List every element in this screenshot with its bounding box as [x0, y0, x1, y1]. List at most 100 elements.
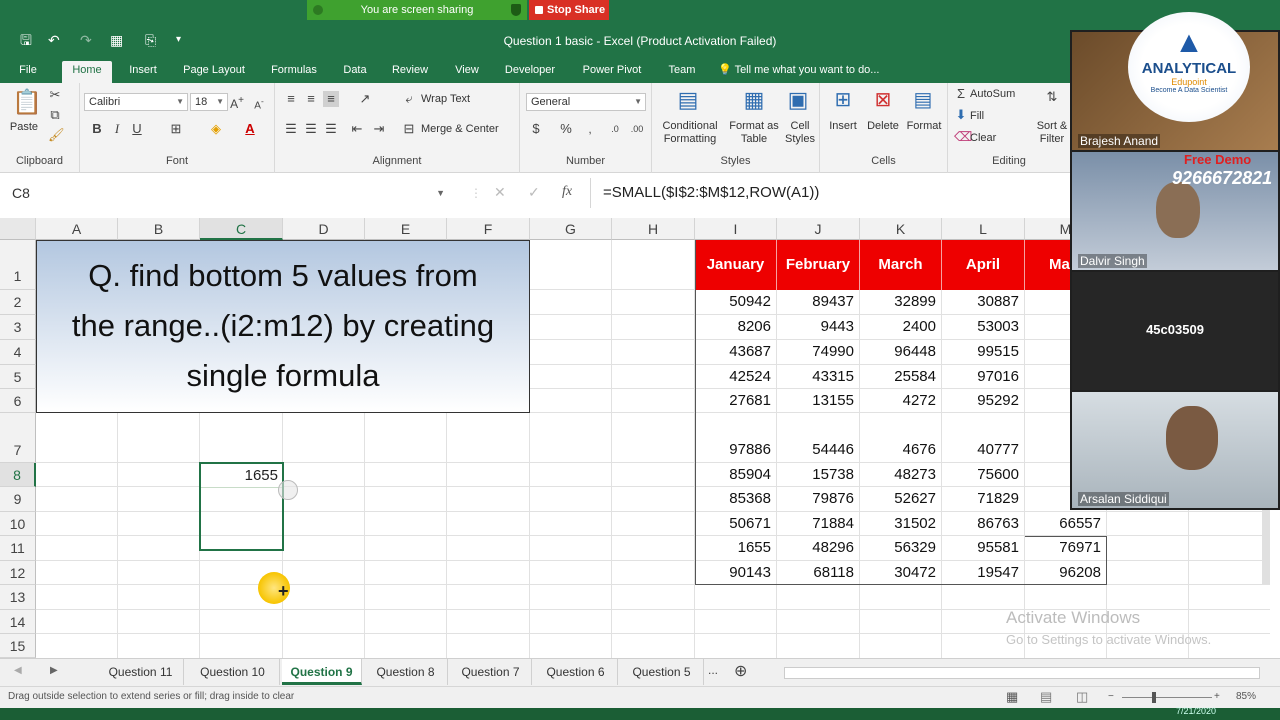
table-cell[interactable]: 95292 — [942, 389, 1025, 413]
zoom-in-icon[interactable]: + — [1214, 687, 1220, 707]
wrap-text-icon[interactable]: ⤶ — [401, 91, 417, 107]
table-cell[interactable]: 75600 — [942, 463, 1025, 487]
header-april[interactable]: April — [942, 240, 1025, 290]
save-icon[interactable]: 🖫 — [20, 30, 32, 50]
table-cell[interactable]: 56329 — [860, 536, 942, 560]
table-cell[interactable]: 96448 — [860, 340, 942, 364]
table-cell[interactable]: 50942 — [695, 290, 777, 314]
zoom-slider-thumb[interactable] — [1152, 692, 1156, 703]
table-cell[interactable]: 99515 — [942, 340, 1025, 364]
sheet-tab-question-9[interactable]: Question 9 — [282, 659, 362, 685]
zoom-level[interactable]: 85% — [1236, 687, 1256, 707]
tab-power-pivot[interactable]: Power Pivot — [578, 61, 646, 83]
table-cell[interactable]: 52627 — [860, 487, 942, 511]
fill-handle[interactable] — [278, 480, 298, 500]
cut-icon[interactable]: ✂ — [48, 87, 62, 103]
row-header-3[interactable]: 3 — [0, 315, 36, 340]
col-header-l[interactable]: L — [942, 218, 1025, 240]
table-cell[interactable]: 54446 — [777, 438, 860, 462]
col-header-d[interactable]: D — [283, 218, 365, 240]
table-cell[interactable]: 89437 — [777, 290, 860, 314]
autosum-button[interactable]: AutoSum — [970, 88, 1036, 101]
tab-page-layout[interactable]: Page Layout — [180, 61, 248, 83]
table-cell[interactable]: 15738 — [777, 463, 860, 487]
decrease-indent-icon[interactable]: ⇤ — [349, 121, 365, 137]
table-cell[interactable]: 85368 — [695, 487, 777, 511]
table-cell[interactable]: 40777 — [942, 438, 1025, 462]
table-cell[interactable]: 90143 — [695, 561, 777, 585]
redo-icon[interactable]: ↷ — [80, 30, 92, 50]
row-header-13[interactable]: 13 — [0, 585, 36, 610]
insert-cells-button[interactable]: Insert — [824, 120, 862, 133]
delete-cells-icon[interactable]: ⊠ — [870, 87, 896, 113]
enter-icon[interactable]: ✓ — [528, 184, 540, 201]
col-header-h[interactable]: H — [612, 218, 695, 240]
table-icon[interactable]: ▦ — [110, 30, 123, 50]
row-header-1[interactable]: 1 — [0, 240, 36, 290]
row-header-11[interactable]: 11 — [0, 536, 36, 561]
sheet-tab-question-11[interactable]: Question 11 — [98, 659, 184, 685]
table-cell[interactable]: 4676 — [860, 438, 942, 462]
tab-developer[interactable]: Developer — [502, 61, 558, 83]
wrap-text-button[interactable]: Wrap Text — [421, 93, 491, 106]
row-header-10[interactable]: 10 — [0, 512, 36, 536]
decrease-decimal-icon[interactable]: .00 — [628, 121, 646, 137]
format-as-table-button[interactable]: Format as Table — [728, 120, 780, 146]
table-cell[interactable]: 53003 — [942, 315, 1025, 339]
customize-qat-icon[interactable]: ▾ — [176, 30, 181, 50]
scroll-right-icon[interactable]: ▶ — [50, 665, 58, 676]
insert-cells-icon[interactable]: ⊞ — [830, 87, 856, 113]
name-box[interactable]: C8 ▼ — [0, 178, 455, 208]
tab-view[interactable]: View — [450, 61, 484, 83]
table-cell[interactable]: 4272 — [860, 389, 942, 413]
cell-styles-button[interactable]: Cell Styles — [782, 120, 818, 146]
col-header-f[interactable]: F — [447, 218, 530, 240]
tab-formulas[interactable]: Formulas — [266, 61, 322, 83]
row-header-6[interactable]: 6 — [0, 389, 36, 413]
cancel-icon[interactable]: ✕ — [494, 184, 506, 201]
col-header-j[interactable]: J — [777, 218, 860, 240]
paste-button[interactable]: Paste — [6, 121, 42, 134]
table-cell[interactable]: 27681 — [695, 389, 777, 413]
sheet-tab-question-8[interactable]: Question 8 — [364, 659, 448, 685]
table-cell[interactable]: 32899 — [860, 290, 942, 314]
table-cell[interactable]: 97886 — [695, 438, 777, 462]
align-left-icon[interactable]: ☰ — [283, 121, 299, 137]
row-header-2[interactable]: 2 — [0, 290, 36, 315]
normal-view-icon[interactable]: ▦ — [1006, 687, 1018, 707]
row-header-14[interactable]: 14 — [0, 610, 36, 634]
table-cell[interactable]: 43687 — [695, 340, 777, 364]
table-cell[interactable]: 96208 — [1025, 561, 1107, 585]
row-header-7[interactable]: 7 — [0, 413, 36, 463]
table-cell[interactable]: 86763 — [942, 512, 1025, 536]
delete-cells-button[interactable]: Delete — [864, 120, 902, 133]
row-header-4[interactable]: 4 — [0, 340, 36, 365]
conditional-formatting-button[interactable]: Conditional Formatting — [654, 120, 726, 146]
borders-icon[interactable]: ⊞ — [168, 121, 184, 137]
table-cell[interactable]: 13155 — [777, 389, 860, 413]
table-cell[interactable]: 48296 — [777, 536, 860, 560]
table-cell[interactable]: 9443 — [777, 315, 860, 339]
orientation-icon[interactable]: ↗ — [355, 91, 375, 107]
fill-color-icon[interactable]: ◈ — [208, 121, 224, 137]
col-header-b[interactable]: B — [118, 218, 200, 240]
insert-function-icon[interactable]: fx — [562, 184, 572, 200]
sheet-tab-question-6[interactable]: Question 6 — [534, 659, 618, 685]
decrease-font-icon[interactable]: A- — [252, 93, 266, 114]
header-february[interactable]: February — [777, 240, 860, 290]
table-cell[interactable]: 19547 — [942, 561, 1025, 585]
col-header-k[interactable]: K — [860, 218, 942, 240]
header-january[interactable]: January — [695, 240, 777, 290]
table-cell[interactable]: 79876 — [777, 487, 860, 511]
number-format-select[interactable]: General ▼ — [526, 93, 646, 111]
row-header-12[interactable]: 12 — [0, 561, 36, 585]
sort-filter-icon[interactable]: ⇅ — [1042, 89, 1062, 105]
underline-icon[interactable]: U — [130, 121, 144, 137]
undo-icon[interactable]: ↶ — [48, 30, 60, 50]
font-color-icon[interactable]: A — [242, 121, 258, 137]
row-header-9[interactable]: 9 — [0, 487, 36, 512]
align-bottom-icon[interactable]: ≡ — [323, 91, 339, 107]
col-header-c[interactable]: C — [200, 218, 283, 240]
currency-icon[interactable]: $ — [528, 121, 544, 137]
row-header-5[interactable]: 5 — [0, 365, 36, 389]
